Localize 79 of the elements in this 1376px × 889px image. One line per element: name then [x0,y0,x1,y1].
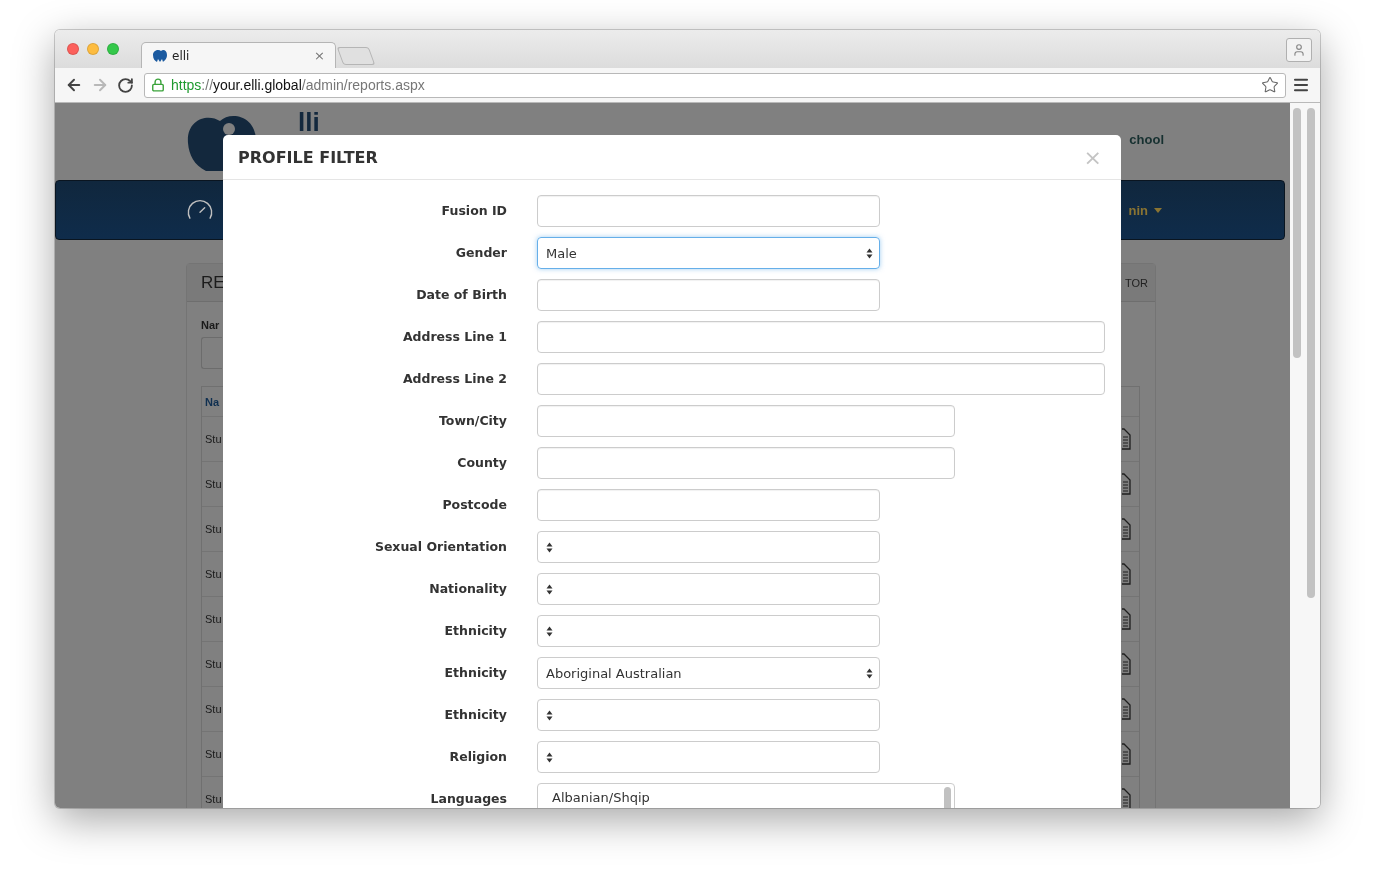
close-window-button[interactable] [67,43,79,55]
new-tab-button[interactable] [336,47,376,65]
field-label: Fusion ID [441,202,507,220]
select-field[interactable] [537,573,880,605]
select-field[interactable]: Male [537,237,880,269]
table-cell: Stu [205,658,222,670]
document-icon [1122,518,1131,540]
table-cell: Stu [205,433,222,445]
field-label: Address Line 2 [402,370,507,388]
input-field[interactable] [537,489,880,521]
browser-tab[interactable]: elli × [141,42,336,68]
elephant-favicon-icon [152,48,168,63]
select-field[interactable] [537,615,880,647]
caret-icon [1154,207,1162,213]
address-bar[interactable]: https://your.elli.global/admin/reports.aspx [144,72,1286,98]
field-label: Gender [455,244,507,262]
filter-label: Nar [201,319,221,331]
field-label: Languages [430,790,507,808]
field-label: Ethnicity [444,664,507,682]
select-field[interactable] [537,699,880,731]
field-label: Postcode [442,496,507,514]
table-cell: Stu [205,793,222,805]
tab-close-button[interactable]: × [314,48,325,63]
document-icon [1122,743,1131,765]
url-text: https://your.elli.global/admin/reports.aspx [171,77,426,93]
bookmark-star-icon[interactable] [1261,76,1279,94]
person-icon [1292,43,1306,57]
list-option[interactable]: Albanian/Shqip [552,788,940,807]
field-label: Date of Birth [416,286,507,304]
document-icon [1122,428,1131,450]
list-box[interactable]: Albanian/Shqip [537,783,955,808]
document-icon [1122,473,1131,495]
panel-title: RE [201,272,225,293]
field-label: Religion [449,748,507,766]
tab-title: elli [172,48,191,63]
field-label: Nationality [429,580,507,598]
updown-caret-icon [866,247,873,259]
document-icon [1122,653,1131,675]
input-field[interactable] [537,447,955,479]
table-cell: Stu [205,478,222,490]
select-field[interactable] [537,741,880,773]
field-label: County [457,454,507,472]
document-icon [1122,608,1131,630]
field-label: Town/City [438,412,507,430]
document-icon [1122,563,1131,585]
table-cell: Stu [205,703,222,715]
zoom-window-button[interactable] [107,43,119,55]
school-name: chool [1129,131,1164,149]
document-icon [1122,698,1131,720]
table-cell: Stu [205,748,222,760]
table-cell: Stu [205,613,222,625]
select-field[interactable] [537,531,880,563]
field-label: Ethnicity [444,706,507,724]
input-field[interactable] [537,405,955,437]
panel-action[interactable]: TOR [1124,276,1148,289]
table-cell: Stu [205,568,222,580]
select-field[interactable]: Aboriginal Australian [537,657,880,689]
updown-caret-icon [546,541,553,553]
lock-icon [151,78,165,92]
logo-text: lli [298,109,320,135]
updown-caret-icon [546,583,553,595]
updown-caret-icon [546,709,553,721]
profile-button[interactable] [1286,38,1312,62]
scrollbar[interactable] [1290,103,1320,808]
filter-field[interactable] [201,337,222,369]
table-cell: Stu [205,523,222,535]
input-field[interactable] [537,321,1105,353]
updown-caret-icon [546,625,553,637]
minimize-window-button[interactable] [87,43,99,55]
input-field[interactable] [537,363,1105,395]
field-label: Sexual Orientation [374,538,507,556]
input-field[interactable] [537,195,880,227]
input-field[interactable] [537,279,880,311]
dialog-title: PROFILE FILTER [238,147,378,167]
field-label: Address Line 1 [402,328,507,346]
document-icon [1122,788,1131,808]
field-label: Ethnicity [444,622,507,640]
updown-caret-icon [866,667,873,679]
updown-caret-icon [546,751,553,763]
